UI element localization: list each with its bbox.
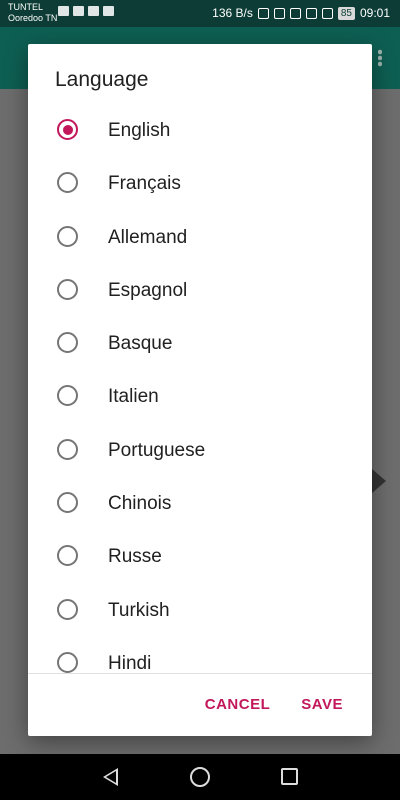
language-option-label: Portuguese: [108, 439, 206, 461]
language-option-label: Basque: [108, 333, 173, 355]
arrow-icon: [372, 469, 386, 493]
recent-apps-icon[interactable]: [281, 768, 298, 785]
language-option[interactable]: Espagnol: [28, 263, 372, 316]
mail-icon: [73, 6, 84, 16]
language-option[interactable]: Russe: [28, 529, 372, 582]
language-option-label: Espagnol: [108, 279, 188, 301]
radio-checked-icon[interactable]: [57, 119, 78, 140]
alarm-icon: [273, 7, 285, 19]
language-option[interactable]: Italien: [28, 369, 372, 422]
mail-icon: [88, 6, 99, 16]
language-option-label: Italien: [108, 386, 159, 408]
home-icon[interactable]: [190, 767, 210, 787]
language-option[interactable]: Hindi: [28, 636, 372, 673]
more-options-icon: [378, 49, 382, 67]
cancel-button[interactable]: CANCEL: [205, 696, 271, 713]
wifi-icon: [289, 7, 301, 19]
radio-unchecked-icon[interactable]: [57, 545, 78, 567]
language-option[interactable]: Basque: [28, 316, 372, 369]
language-option-label: Russe: [108, 546, 162, 568]
language-option[interactable]: Portuguese: [28, 423, 372, 476]
language-option-label: English: [108, 120, 171, 141]
carrier-name: TUNTEL: [8, 2, 44, 12]
radio-unchecked-icon[interactable]: [57, 172, 78, 194]
carrier-name-secondary: Ooredoo TN: [8, 13, 58, 23]
radio-unchecked-icon[interactable]: [57, 438, 78, 460]
back-icon[interactable]: [103, 768, 118, 786]
status-bar: TUNTEL Ooredoo TN 136 B/s 85 09:01: [0, 0, 400, 27]
radio-unchecked-icon[interactable]: [57, 278, 78, 300]
divider: [28, 673, 372, 674]
language-option[interactable]: Chinois: [28, 476, 372, 529]
language-options-list[interactable]: English Français Allemand Espagnol Basque Ita…: [28, 103, 372, 673]
language-option[interactable]: Turkish: [28, 583, 372, 636]
radio-unchecked-icon[interactable]: [57, 598, 78, 620]
radio-unchecked-icon[interactable]: [57, 225, 78, 247]
network-speed: 136 B/s: [212, 6, 253, 20]
language-option[interactable]: Allemand: [28, 210, 372, 263]
image-icon: [103, 6, 114, 16]
battery-icon: 85: [337, 6, 355, 20]
clock: 09:01: [359, 6, 390, 20]
language-option[interactable]: English: [28, 103, 372, 156]
radio-unchecked-icon[interactable]: [57, 651, 78, 673]
language-dialog: Language English Français Allemand Espagnol…: [28, 44, 372, 736]
language-option-label: Allemand: [108, 226, 188, 248]
language-option-label: Hindi: [108, 652, 152, 673]
dialog-actions: CANCEL SAVE: [205, 696, 343, 713]
radio-unchecked-icon[interactable]: [57, 385, 78, 407]
vibrate-icon: [257, 7, 269, 19]
radio-unchecked-icon[interactable]: [57, 492, 78, 514]
dialog-title: Language: [55, 68, 149, 91]
language-option-label: Français: [108, 173, 181, 195]
save-button[interactable]: SAVE: [301, 696, 343, 713]
language-option-label: Turkish: [108, 599, 170, 621]
twitter-icon: [58, 6, 69, 16]
status-indicators: 136 B/s 85 09:01: [212, 6, 390, 20]
language-option-label: Chinois: [108, 493, 172, 515]
signal-icon: [305, 7, 317, 19]
radio-unchecked-icon[interactable]: [57, 332, 78, 354]
carrier-info: TUNTEL Ooredoo TN: [8, 2, 57, 24]
navigation-bar: [0, 754, 400, 800]
language-option[interactable]: Français: [28, 156, 372, 209]
signal-icon: [321, 7, 333, 19]
notification-icons: [58, 6, 114, 16]
